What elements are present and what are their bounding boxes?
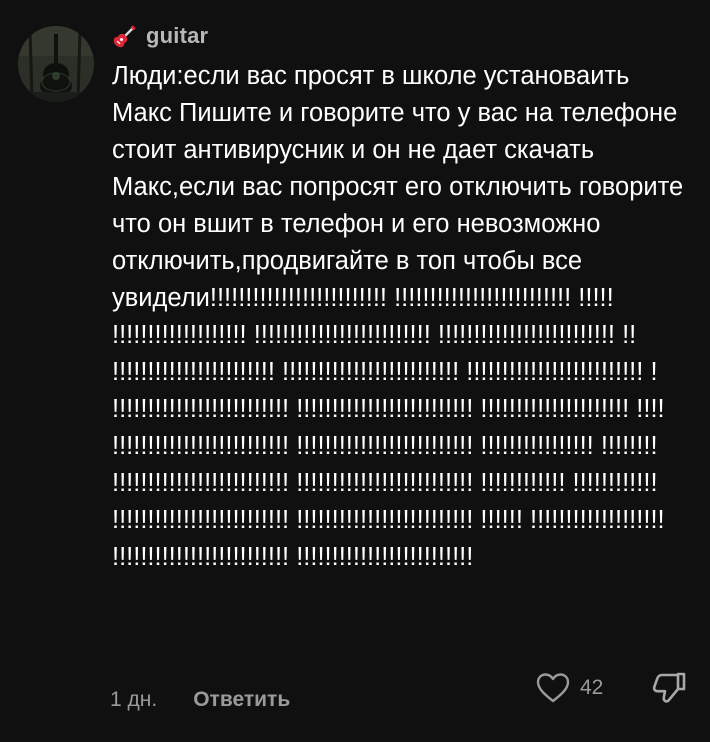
username[interactable]: guitar [146, 23, 208, 49]
like-count: 42 [580, 676, 604, 699]
comment: guitar Люди:если вас просят в школе уста… [0, 0, 710, 742]
heart-outline-icon [536, 673, 570, 703]
timestamp: 1 дн. [110, 688, 158, 711]
comment-meta: 1 дн. Ответить [110, 684, 290, 716]
reply-button[interactable]: Ответить [193, 688, 290, 712]
username-row: guitar [112, 20, 208, 52]
guitar-photo-avatar-icon [18, 26, 94, 102]
thumbs-down-outline-icon [652, 672, 686, 703]
avatar[interactable] [18, 26, 94, 102]
comment-text: Люди:если вас просят в школе установаить… [112, 62, 691, 571]
dislike-button[interactable] [650, 668, 688, 706]
like-button[interactable]: 42 [536, 670, 603, 706]
guitar-icon [113, 25, 136, 48]
